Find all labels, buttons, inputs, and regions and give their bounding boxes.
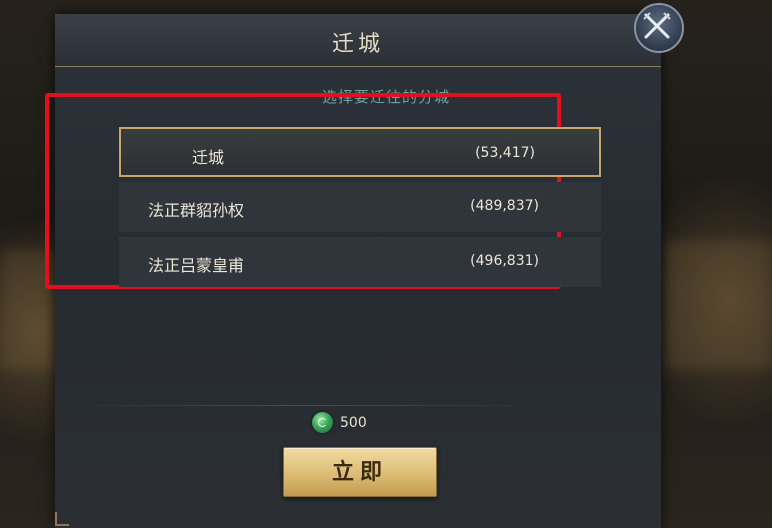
cost-value: 500 — [340, 415, 367, 431]
city-option-row[interactable]: 迁城 (53,417) — [119, 127, 601, 177]
city-name: 法正群貂孙权 — [148, 201, 245, 220]
city-name: 迁城 — [192, 148, 225, 167]
city-coordinates: (53,417) — [475, 145, 535, 161]
city-coordinates: (489,837) — [470, 198, 539, 214]
dialog-title: 迁城 — [331, 32, 384, 57]
panel-corner-ornament — [55, 512, 69, 526]
city-option-row[interactable]: 法正吕蒙皇甫 (496,831) — [119, 237, 601, 287]
cost-divider — [70, 405, 540, 406]
confirm-migrate-button[interactable]: 立即 — [283, 447, 437, 497]
jade-currency-icon — [312, 412, 333, 433]
background-figure-right — [665, 240, 772, 370]
crossed-swords-close-icon — [643, 12, 671, 39]
city-name: 法正吕蒙皇甫 — [148, 256, 245, 275]
city-coordinates: (496,831) — [470, 253, 539, 269]
dialog-header: 迁城 — [55, 14, 661, 67]
city-option-row[interactable]: 法正群貂孙权 (489,837) — [119, 182, 601, 232]
close-button[interactable] — [634, 3, 684, 53]
